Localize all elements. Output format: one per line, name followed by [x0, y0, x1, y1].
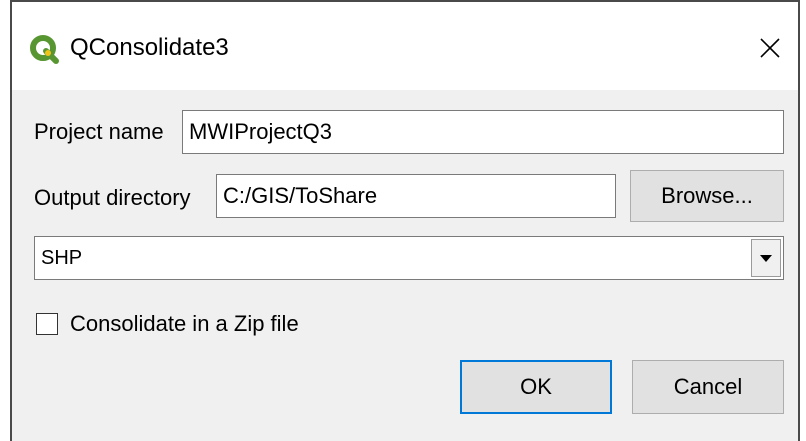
browse-button[interactable]: Browse...: [630, 170, 784, 222]
dropdown-button[interactable]: [751, 239, 781, 277]
zip-checkbox-label: Consolidate in a Zip file: [70, 311, 299, 336]
zip-checkbox[interactable]: [36, 313, 58, 335]
ok-button[interactable]: OK: [460, 360, 612, 414]
output-directory-label: Output directory: [34, 185, 191, 210]
dialog-window: QConsolidate3 Project name MWIProjectQ3 …: [10, 0, 800, 441]
qgis-logo-icon: [30, 35, 59, 64]
close-icon: [760, 38, 780, 58]
ok-button-label: OK: [520, 374, 552, 399]
title-bar: QConsolidate3: [12, 2, 798, 90]
browse-button-label: Browse...: [661, 183, 753, 208]
output-directory-input[interactable]: C:/GIS/ToShare: [216, 174, 616, 218]
project-name-input[interactable]: MWIProjectQ3: [182, 110, 784, 154]
window-title: QConsolidate3: [70, 34, 229, 61]
cancel-button-label: Cancel: [673, 374, 743, 399]
project-name-label: Project name: [34, 119, 164, 144]
chevron-down-icon: [760, 255, 772, 262]
cancel-button[interactable]: Cancel: [632, 360, 784, 414]
close-button[interactable]: [748, 26, 792, 70]
format-select[interactable]: SHP: [34, 236, 784, 280]
dialog-content: Project name MWIProjectQ3 Output directo…: [12, 90, 798, 441]
format-selected-value: SHP: [41, 247, 83, 269]
